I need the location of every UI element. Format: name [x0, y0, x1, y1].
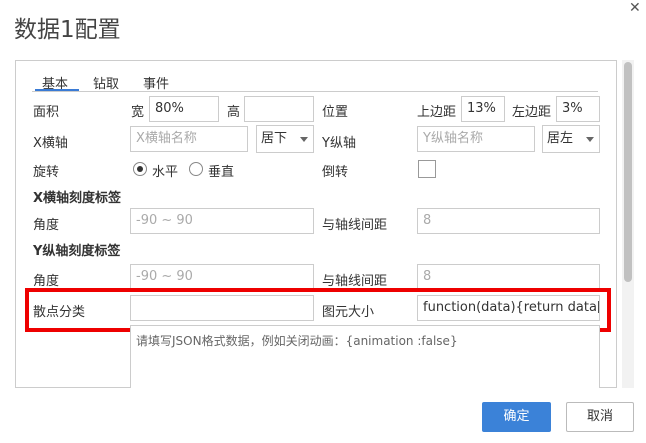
x-ticks-section-title: X横轴刻度标签	[33, 191, 122, 206]
height-input[interactable]	[244, 96, 314, 122]
left-margin-input[interactable]: 3%	[556, 96, 600, 122]
x-ticks-gap-input[interactable]: 8	[417, 208, 600, 234]
chevron-down-icon	[300, 137, 308, 142]
invert-label: 倒转	[322, 165, 349, 180]
rotate-horizontal-label[interactable]: 水平	[152, 161, 178, 180]
width-input[interactable]: 80%	[149, 96, 219, 122]
height-label: 高	[227, 105, 241, 120]
rotate-vertical-label[interactable]: 垂直	[208, 161, 234, 180]
options-hint: 请填写JSON格式数据，例如关闭动画：{animation :false}	[136, 334, 458, 348]
x-axis-align-value: 居下	[261, 131, 288, 146]
left-margin-label: 左边距	[512, 105, 552, 120]
y-ticks-gap-label: 与轴线间距	[322, 274, 388, 289]
y-axis-align-value: 居左	[547, 131, 574, 146]
y-ticks-angle-label: 角度	[33, 274, 60, 289]
tab-events[interactable]: 事件	[143, 73, 169, 92]
close-icon[interactable]: ✕	[629, 0, 641, 16]
y-axis-align-select[interactable]: 居左	[542, 125, 600, 153]
x-axis-name-input[interactable]: X横轴名称	[130, 126, 248, 152]
x-axis-label: X横轴	[33, 136, 68, 151]
width-label: 宽	[131, 105, 145, 120]
scrollbar-thumb[interactable]	[624, 62, 632, 282]
top-margin-label: 上边距	[417, 105, 457, 120]
x-axis-align-select[interactable]: 居下	[256, 125, 314, 153]
position-label: 位置	[322, 105, 349, 120]
area-label: 面积	[33, 105, 60, 120]
x-ticks-angle-input[interactable]: -90 ~ 90	[130, 208, 314, 234]
tab-drill[interactable]: 钻取	[93, 73, 119, 92]
rotate-horizontal-radio[interactable]	[133, 162, 147, 176]
ok-button[interactable]: 确定	[482, 402, 551, 432]
rotate-vertical-radio[interactable]	[189, 162, 203, 176]
y-axis-label: Y纵轴	[322, 136, 356, 151]
top-margin-input[interactable]: 13%	[461, 96, 505, 122]
y-axis-name-input[interactable]: Y纵轴名称	[417, 126, 535, 152]
tab-divider	[32, 91, 598, 92]
x-ticks-gap-label: 与轴线间距	[322, 218, 388, 233]
dialog-title: 数据1配置	[14, 17, 121, 43]
invert-checkbox[interactable]	[418, 160, 436, 178]
y-ticks-gap-input[interactable]: 8	[417, 264, 600, 290]
y-ticks-section-title: Y纵轴刻度标签	[33, 244, 121, 259]
y-ticks-angle-input[interactable]: -90 ~ 90	[130, 264, 314, 290]
rotate-label: 旋转	[33, 165, 60, 180]
cancel-button[interactable]: 取消	[566, 402, 634, 432]
x-ticks-angle-label: 角度	[33, 218, 60, 233]
chevron-down-icon	[586, 137, 594, 142]
